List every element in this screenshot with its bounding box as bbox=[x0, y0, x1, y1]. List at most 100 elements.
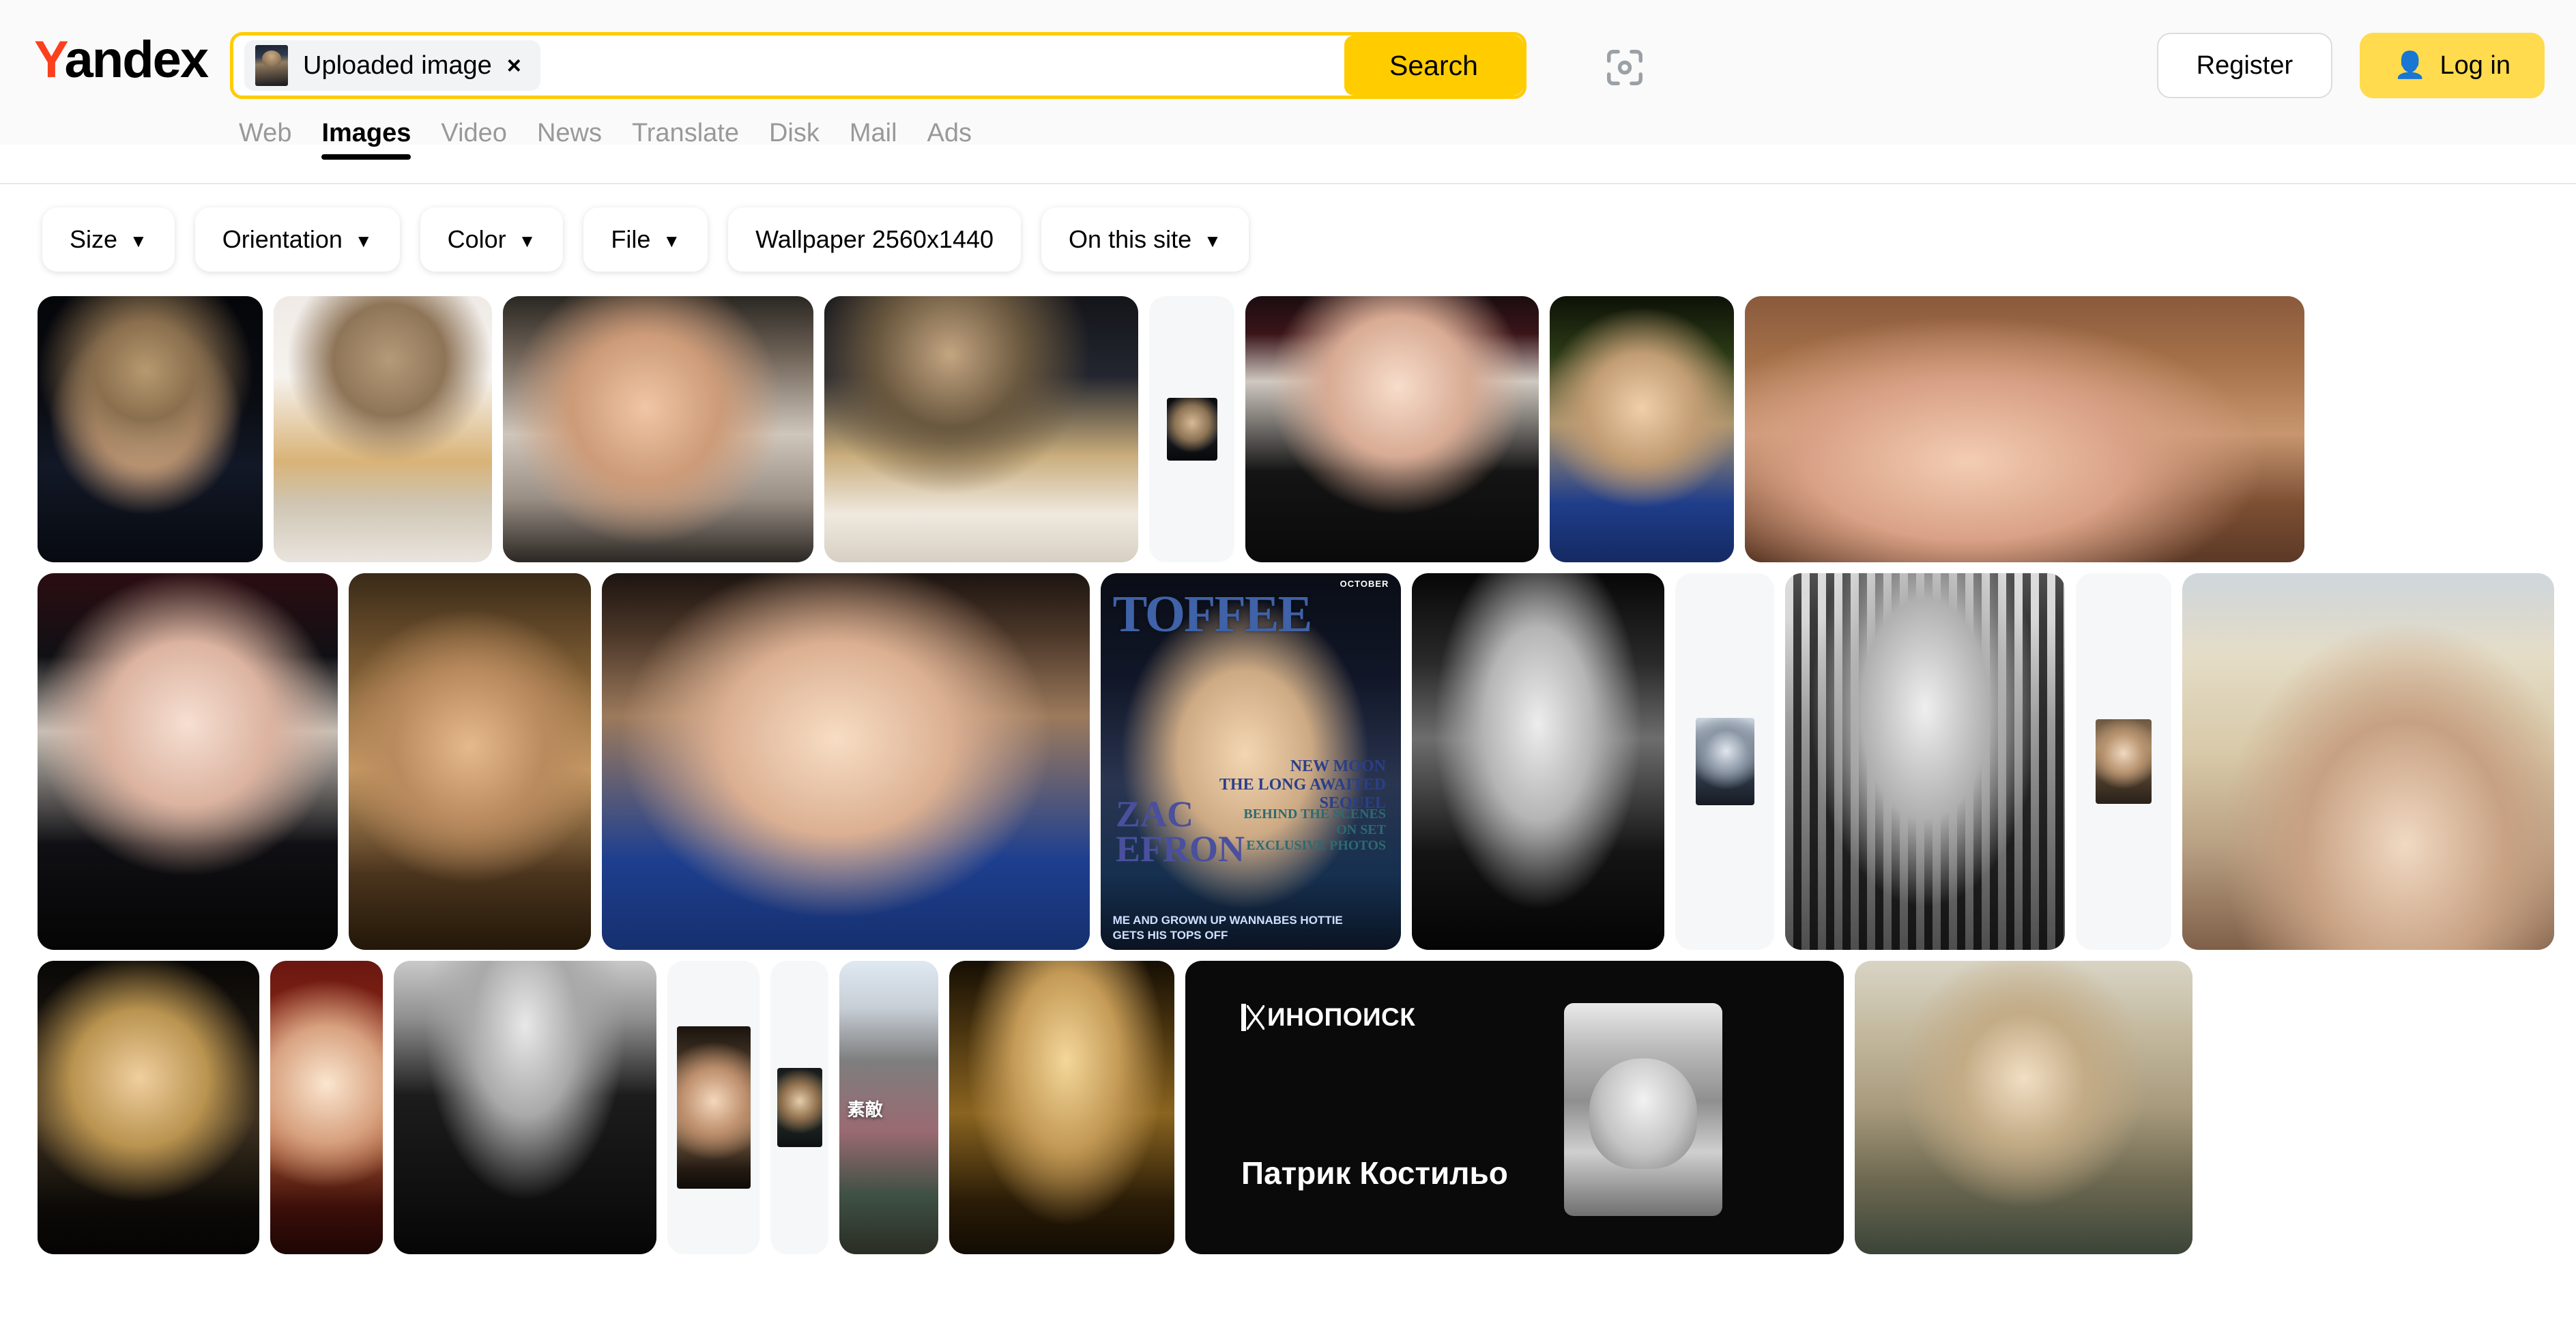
result-image-6[interactable] bbox=[1245, 296, 1539, 562]
thumbnail bbox=[38, 961, 259, 1254]
thumbnail bbox=[1412, 573, 1664, 950]
kinopoisk-person-name: Патрик Костильо bbox=[1241, 1155, 1508, 1191]
magazine-bottom-headline: ME AND GROWN UP WANNABES HOTTIE GETS HIS… bbox=[1112, 914, 1343, 942]
thumbnail bbox=[274, 296, 492, 562]
thumbnail bbox=[602, 573, 1090, 950]
japanese-caption: 素敵 bbox=[847, 1099, 883, 1120]
image-row: 素敵 ИНОПОИСК Патрик Костильо bbox=[38, 961, 2538, 1254]
thumbnail bbox=[1245, 296, 1539, 562]
tab-mail[interactable]: Mail bbox=[850, 120, 897, 156]
tab-translate[interactable]: Translate bbox=[632, 120, 739, 156]
result-image-7[interactable] bbox=[1550, 296, 1734, 562]
yandex-logo[interactable]: Yandex bbox=[34, 31, 209, 89]
auth-buttons: Register 👤 Log in bbox=[2156, 33, 2545, 98]
uploaded-image-thumbnail-icon bbox=[255, 45, 288, 86]
tab-news[interactable]: News bbox=[537, 120, 602, 156]
image-row bbox=[38, 296, 2538, 562]
chevron-down-icon: ▼ bbox=[130, 231, 147, 251]
image-results-grid: OCTOBER TOFFEE NEW MOON THE LONG AWAITED… bbox=[0, 296, 2576, 1265]
result-image-20[interactable] bbox=[394, 961, 656, 1254]
tab-web[interactable]: Web bbox=[239, 120, 291, 156]
tab-video[interactable]: Video bbox=[441, 120, 507, 156]
result-image-23[interactable]: 素敵 bbox=[839, 961, 938, 1254]
result-image-13[interactable] bbox=[1412, 573, 1664, 950]
result-image-18[interactable] bbox=[38, 961, 259, 1254]
filter-file[interactable]: File ▼ bbox=[583, 207, 708, 272]
filter-orientation[interactable]: Orientation ▼ bbox=[194, 207, 400, 272]
filter-color[interactable]: Color ▼ bbox=[420, 207, 564, 272]
result-image-19[interactable] bbox=[270, 961, 383, 1254]
result-image-15[interactable] bbox=[1785, 573, 2065, 950]
thumbnail bbox=[2096, 719, 2152, 804]
thumbnail bbox=[1695, 718, 1754, 805]
tab-images[interactable]: Images bbox=[321, 120, 411, 160]
kinopoisk-brand-text: ИНОПОИСК bbox=[1267, 1003, 1416, 1031]
login-button[interactable]: 👤 Log in bbox=[2360, 33, 2545, 98]
result-image-11[interactable] bbox=[602, 573, 1090, 950]
result-image-22[interactable] bbox=[770, 961, 828, 1254]
thumbnail bbox=[1745, 296, 2304, 562]
result-image-14[interactable] bbox=[1675, 573, 1774, 950]
kinopoisk-logo: ИНОПОИСК bbox=[1241, 1003, 1415, 1032]
magazine-behind-scenes-headline: BEHIND THE SCENES ON SET EXCLUSIVE PHOTO… bbox=[1243, 807, 1386, 854]
result-image-26[interactable] bbox=[1855, 961, 2193, 1254]
filter-file-label: File bbox=[611, 225, 651, 253]
result-image-17[interactable] bbox=[2182, 573, 2554, 950]
result-image-16[interactable] bbox=[2076, 573, 2171, 950]
thumbnail bbox=[270, 961, 383, 1254]
close-icon[interactable]: × bbox=[507, 53, 521, 78]
kinopoisk-portrait bbox=[1564, 1003, 1722, 1216]
logo-first-letter: Y bbox=[34, 31, 66, 89]
thumbnail bbox=[777, 1068, 822, 1147]
thumbnail bbox=[38, 573, 338, 950]
search-box[interactable]: Uploaded image × Search bbox=[230, 32, 1526, 99]
magazine-cover-name: ZAC EFRON bbox=[1116, 793, 1245, 870]
filter-on-this-site[interactable]: On this site ▼ bbox=[1041, 207, 1249, 272]
filter-color-label: Color bbox=[447, 225, 506, 253]
thumbnail bbox=[2182, 573, 2554, 950]
magazine-title: TOFFEE bbox=[1112, 585, 1313, 643]
search-input[interactable]: Uploaded image × bbox=[233, 35, 1344, 96]
thumbnail bbox=[824, 296, 1138, 562]
result-image-8[interactable] bbox=[1745, 296, 2304, 562]
register-button[interactable]: Register bbox=[2156, 33, 2333, 98]
filter-orientation-label: Orientation bbox=[222, 225, 343, 253]
uploaded-image-chip[interactable]: Uploaded image × bbox=[244, 40, 540, 91]
user-avatar-icon: 👤 bbox=[2394, 51, 2427, 80]
magazine-month: OCTOBER bbox=[1340, 579, 1389, 590]
result-image-12[interactable]: OCTOBER TOFFEE NEW MOON THE LONG AWAITED… bbox=[1101, 573, 1401, 950]
thumbnail bbox=[1855, 961, 2193, 1254]
thumbnail bbox=[1166, 398, 1217, 461]
image-search-lens-icon[interactable] bbox=[1604, 46, 1646, 89]
tab-ads[interactable]: Ads bbox=[927, 120, 972, 156]
result-image-10[interactable] bbox=[349, 573, 591, 950]
result-image-25[interactable]: ИНОПОИСК Патрик Костильо bbox=[1185, 961, 1844, 1254]
result-image-3[interactable] bbox=[503, 296, 813, 562]
filter-size[interactable]: Size ▼ bbox=[42, 207, 175, 272]
image-row: OCTOBER TOFFEE NEW MOON THE LONG AWAITED… bbox=[38, 573, 2554, 950]
result-image-4[interactable] bbox=[824, 296, 1138, 562]
search-button[interactable]: Search bbox=[1344, 35, 1523, 96]
uploaded-image-label: Uploaded image bbox=[303, 51, 492, 80]
result-image-1[interactable] bbox=[38, 296, 263, 562]
filter-on-this-site-label: On this site bbox=[1069, 225, 1192, 253]
chevron-down-icon: ▼ bbox=[354, 231, 373, 251]
filter-wallpaper[interactable]: Wallpaper 2560x1440 bbox=[728, 207, 1022, 272]
logo-rest: andex bbox=[64, 31, 209, 89]
page-header: Yandex Uploaded image × Search Register … bbox=[0, 0, 2576, 184]
kinopoisk-k-icon bbox=[1241, 1004, 1264, 1031]
chevron-down-icon: ▼ bbox=[518, 231, 536, 251]
tab-disk[interactable]: Disk bbox=[769, 120, 820, 156]
thumbnail bbox=[949, 961, 1174, 1254]
service-tabs: Web Images Video News Translate Disk Mai… bbox=[239, 120, 972, 160]
filter-wallpaper-label: Wallpaper 2560x1440 bbox=[755, 225, 994, 253]
chevron-down-icon: ▼ bbox=[1204, 231, 1221, 251]
result-image-21[interactable] bbox=[667, 961, 759, 1254]
result-image-5[interactable] bbox=[1149, 296, 1234, 562]
result-image-9[interactable] bbox=[38, 573, 338, 950]
thumbnail bbox=[1550, 296, 1734, 562]
thumbnail bbox=[349, 573, 591, 950]
chevron-down-icon: ▼ bbox=[663, 231, 681, 251]
result-image-2[interactable] bbox=[274, 296, 492, 562]
result-image-24[interactable] bbox=[949, 961, 1174, 1254]
